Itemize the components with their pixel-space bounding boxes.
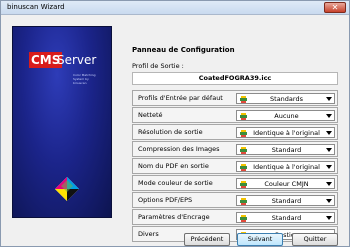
setting-label: Netteté	[138, 111, 163, 119]
printer-icon	[240, 96, 247, 103]
setting-value: Identique à l'original	[253, 163, 320, 171]
logo-server-text: Server	[57, 53, 97, 67]
setting-value: Standard	[271, 146, 302, 154]
previous-button[interactable]: Précédent	[184, 233, 230, 246]
setting-dropdown[interactable]: Aucune	[236, 110, 335, 121]
setting-value: Standards	[270, 95, 303, 103]
wizard-window: binuscan Wizard ✕ CMS Server Color Match…	[0, 0, 350, 247]
setting-label: Nom du PDF en sortie	[138, 162, 209, 170]
setting-row: Options PDF/EPS Standard	[132, 192, 338, 208]
printer-icon	[240, 164, 247, 171]
setting-value: Aucune	[274, 112, 299, 120]
setting-label: Divers	[138, 230, 159, 238]
setting-dropdown[interactable]: Couleur CMJN	[236, 178, 335, 189]
printer-icon	[240, 198, 247, 205]
panel-title: Panneau de Configuration	[132, 46, 235, 54]
setting-dropdown[interactable]: Standard	[236, 212, 335, 223]
title-bar[interactable]: binuscan Wizard ✕	[1, 1, 349, 15]
setting-label: Options PDF/EPS	[138, 196, 193, 204]
chevron-down-icon[interactable]	[326, 131, 332, 135]
printer-icon	[240, 215, 247, 222]
chevron-down-icon[interactable]	[326, 165, 332, 169]
color-pyramid-icon	[55, 177, 79, 201]
setting-dropdown[interactable]: Identique à l'original	[236, 127, 335, 138]
setting-row: Paramètres d'Encrage Standard	[132, 209, 338, 225]
setting-dropdown[interactable]: Identique à l'original	[236, 161, 335, 172]
logo-tagline: Color Matching System by binuscan	[73, 73, 96, 85]
setting-value: Standard	[271, 197, 302, 205]
output-profile-label: Profil de Sortie :	[132, 62, 184, 70]
chevron-down-icon[interactable]	[326, 148, 332, 152]
cms-server-logo: CMS Server	[29, 52, 100, 68]
setting-dropdown[interactable]: Standard	[236, 144, 335, 155]
setting-value: Identique à l'original	[253, 129, 320, 137]
cms-server-splash: CMS Server Color Matching System by binu…	[12, 26, 112, 218]
setting-row: Profils d'Entrée par défaut Standards	[132, 90, 338, 106]
setting-label: Résolution de sortie	[138, 128, 203, 136]
setting-row: Résolution de sortie Identique à l'origi…	[132, 124, 338, 140]
chevron-down-icon[interactable]	[326, 199, 332, 203]
printer-icon	[240, 147, 247, 154]
printer-icon	[240, 113, 247, 120]
chevron-down-icon[interactable]	[326, 114, 332, 118]
output-profile-field: CoatedFOGRA39.icc	[132, 72, 338, 85]
next-button[interactable]: Suivant	[237, 233, 283, 246]
setting-label: Mode couleur de sortie	[138, 179, 213, 187]
setting-row: Netteté Aucune	[132, 107, 338, 123]
wizard-content: CMS Server Color Matching System by binu…	[2, 16, 348, 246]
quit-button[interactable]: Quitter	[292, 233, 338, 246]
printer-icon	[240, 181, 247, 188]
setting-row: Compression des Images Standard	[132, 141, 338, 157]
close-icon[interactable]: ✕	[324, 2, 346, 13]
window-title: binuscan Wizard	[7, 3, 65, 11]
setting-value: Standard	[271, 214, 302, 222]
setting-label: Compression des Images	[138, 145, 220, 153]
setting-label: Profils d'Entrée par défaut	[138, 94, 223, 102]
setting-label: Paramètres d'Encrage	[138, 213, 210, 221]
setting-dropdown[interactable]: Standard	[236, 195, 335, 206]
chevron-down-icon[interactable]	[326, 97, 332, 101]
printer-icon	[240, 130, 247, 137]
settings-list: Profils d'Entrée par défaut Standards Ne…	[132, 90, 338, 243]
setting-row: Mode couleur de sortie Couleur CMJN	[132, 175, 338, 191]
setting-row: Nom du PDF en sortie Identique à l'origi…	[132, 158, 338, 174]
setting-dropdown[interactable]: Standards	[236, 93, 335, 104]
setting-value: Couleur CMJN	[264, 180, 309, 188]
chevron-down-icon[interactable]	[326, 216, 332, 220]
chevron-down-icon[interactable]	[326, 182, 332, 186]
